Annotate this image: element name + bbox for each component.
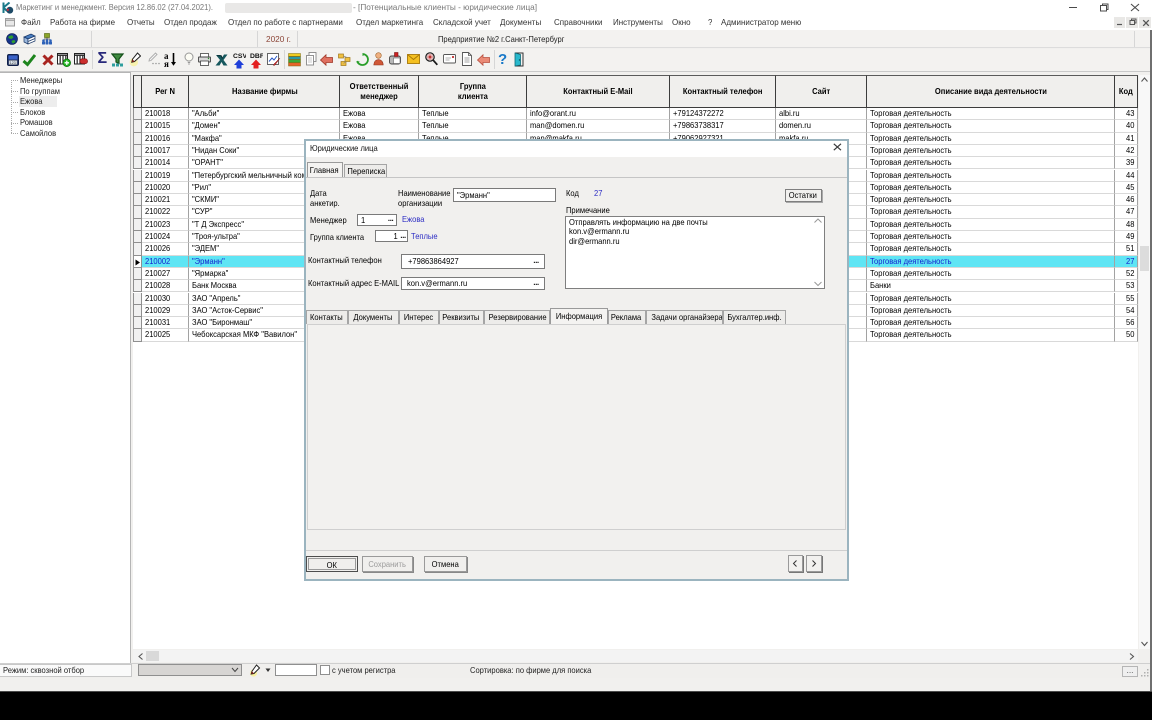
svg-text:CSV: CSV	[233, 53, 246, 60]
svg-text:123: 123	[9, 60, 15, 64]
svg-text:DBF: DBF	[250, 53, 263, 60]
svg-text:я: я	[164, 59, 169, 67]
